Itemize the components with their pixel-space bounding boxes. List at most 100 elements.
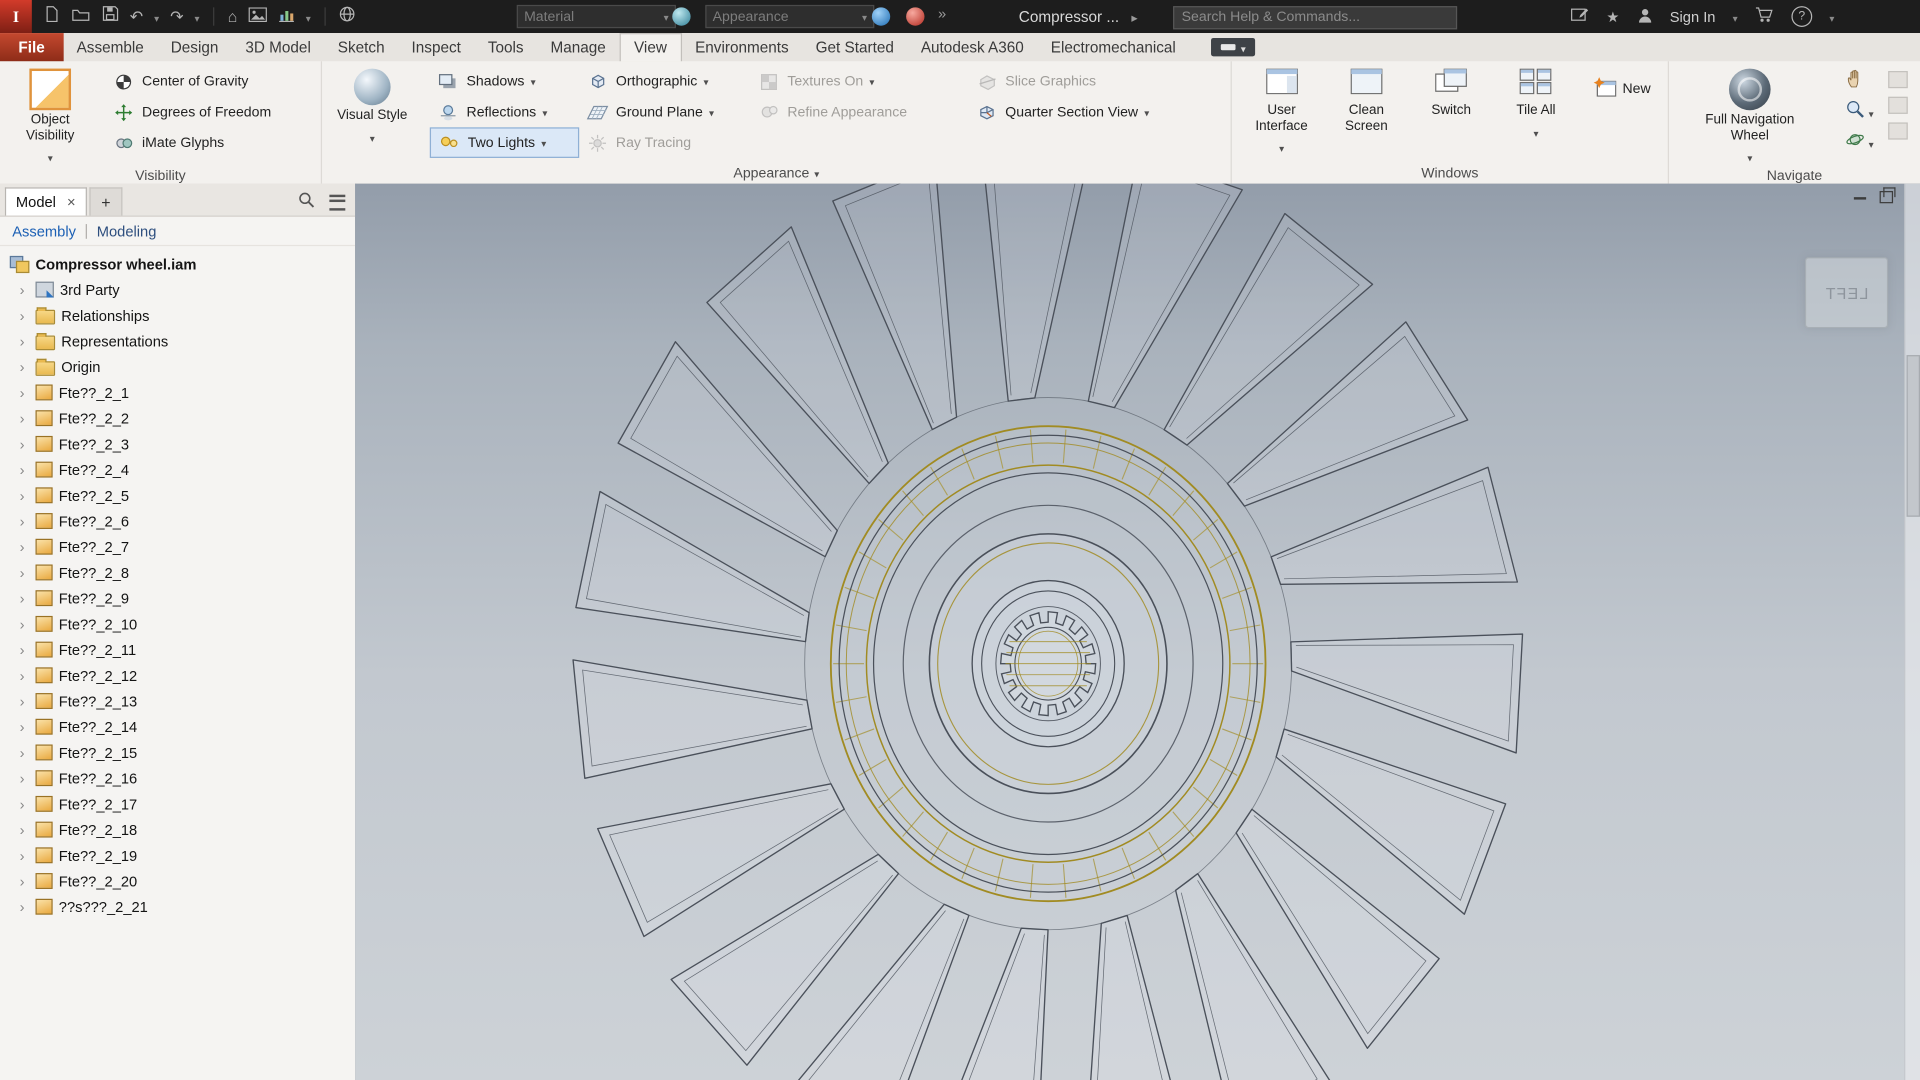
tree-item-part[interactable]: Fte??_2_11 [0,637,355,663]
degrees-of-freedom-button[interactable]: Degrees of Freedom [105,97,307,128]
browser-tab-model[interactable]: Model [4,187,87,216]
subtab-modeling[interactable]: Modeling [97,222,157,239]
ribbon-display-toggle[interactable] [1211,37,1256,57]
panel-label-navigate[interactable]: Navigate [1669,168,1920,184]
undo-dropdown-icon[interactable] [154,6,159,28]
tree-item-part[interactable]: Fte??_2_19 [0,842,355,868]
expand-chevron-icon[interactable] [20,308,30,323]
expand-chevron-icon[interactable] [20,591,30,606]
ribbon-tab[interactable]: Manage [537,33,619,61]
clipped-tool-icon[interactable] [1888,71,1908,89]
expand-chevron-icon[interactable] [20,668,30,683]
viewcube[interactable]: LEFT [1804,257,1889,329]
tree-item-part[interactable]: Fte??_2_16 [0,765,355,791]
expand-chevron-icon[interactable] [20,565,30,580]
center-of-gravity-button[interactable]: Center of Gravity [105,66,307,97]
tree-item-part[interactable]: Fte??_2_1 [0,380,355,406]
tree-item-part[interactable]: Fte??_2_6 [0,508,355,534]
ribbon-tab[interactable]: View [619,33,682,62]
browser-menu-icon[interactable] [329,194,346,211]
slice-graphics-button[interactable]: Slice Graphics [969,66,1214,97]
help-dropdown-icon[interactable] [1829,8,1834,25]
tree-item-representations[interactable]: Representations [0,328,355,354]
zoom-button[interactable] [1845,97,1873,128]
tree-item-part[interactable]: Fte??_2_10 [0,611,355,637]
new-file-icon[interactable] [44,4,60,28]
pan-button[interactable] [1845,66,1873,97]
add-browser-tab-button[interactable]: + [89,187,123,216]
ribbon-tab[interactable]: Assemble [63,33,157,61]
appearance-swatch-icon[interactable] [672,7,691,26]
tree-item-part[interactable]: Fte??_2_13 [0,688,355,714]
viewport-scrollbar-thumb[interactable] [1906,355,1920,517]
quarter-section-view-button[interactable]: Quarter Section View [969,97,1214,128]
refine-appearance-button[interactable]: Refine Appearance [751,97,957,128]
expand-chevron-icon[interactable] [20,719,30,734]
sign-in-dropdown-icon[interactable] [1733,8,1738,25]
tree-item-part[interactable]: Fte??_2_14 [0,714,355,740]
clipped-tool-icon[interactable] [1888,122,1908,140]
redo-icon[interactable]: ↷ [170,9,183,25]
title-expand-icon[interactable] [1131,8,1137,25]
measure-dropdown-icon[interactable] [306,6,311,28]
orthographic-button[interactable]: Orthographic [579,66,750,97]
help-icon[interactable] [1791,6,1813,27]
expand-chevron-icon[interactable] [20,899,30,914]
redo-dropdown-icon[interactable] [194,6,199,28]
viewport-3d[interactable]: LEFT [355,183,1920,1080]
help-search-input[interactable] [1173,5,1458,29]
ribbon-tab[interactable]: Sketch [324,33,398,61]
sign-in-button[interactable]: Sign In [1670,8,1716,25]
expand-chevron-icon[interactable] [20,642,30,657]
expand-chevron-icon[interactable] [20,797,30,812]
ribbon-tab[interactable]: Autodesk A360 [907,33,1037,61]
expand-chevron-icon[interactable] [20,874,30,889]
expand-chevron-icon[interactable] [20,848,30,863]
toolbar-overflow-icon[interactable] [938,5,946,22]
panel-label-visibility[interactable]: Visibility [0,168,321,184]
expand-chevron-icon[interactable] [20,437,30,452]
document-minimize-icon[interactable] [1853,197,1867,200]
appearance-dropdown[interactable]: Appearance [705,4,875,29]
expand-chevron-icon[interactable] [20,411,30,426]
visual-style-button[interactable]: Visual Style [332,66,413,163]
tree-item-part[interactable]: Fte??_2_18 [0,817,355,843]
imate-glyphs-button[interactable]: iMate Glyphs [105,127,307,158]
tree-item-3rd-party[interactable]: 3rd Party [0,277,355,303]
tree-item-origin[interactable]: Origin [0,354,355,380]
tree-item-root[interactable]: Compressor wheel.iam [0,251,355,277]
favorites-star-icon[interactable] [1606,8,1619,25]
ribbon-tab[interactable]: Tools [474,33,537,61]
object-visibility-button[interactable]: Object Visibility [10,66,91,168]
expand-chevron-icon[interactable] [20,334,30,349]
shadows-button[interactable]: Shadows [430,66,579,97]
new-window-button[interactable]: New [1586,73,1658,104]
switch-windows-button[interactable]: Switch [1416,66,1486,163]
tree-item-part[interactable]: Fte??_2_15 [0,740,355,766]
store-cart-icon[interactable] [1755,6,1775,27]
undo-icon[interactable]: ↶ [130,9,143,25]
ribbon-tab[interactable]: File [0,33,64,62]
adjust-appearance-icon[interactable] [871,7,891,26]
expand-chevron-icon[interactable] [20,385,30,400]
two-lights-button[interactable]: Two Lights [429,127,580,158]
inventor-logo-icon[interactable] [0,0,32,34]
expand-chevron-icon[interactable] [20,745,30,760]
tree-item-relationships[interactable]: Relationships [0,302,355,328]
ribbon-tab[interactable]: Electromechanical [1037,33,1189,61]
tree-item-part[interactable]: ??s???_2_21 [0,894,355,920]
home-view-icon[interactable]: ⌂ [228,9,238,25]
tree-item-part[interactable]: Fte??_2_4 [0,457,355,483]
tree-item-part[interactable]: Fte??_2_5 [0,482,355,508]
expand-chevron-icon[interactable] [20,694,30,709]
full-navigation-wheel-button[interactable]: Full Navigation Wheel [1698,66,1801,168]
expand-chevron-icon[interactable] [20,488,30,503]
expand-chevron-icon[interactable] [20,822,30,837]
expand-chevron-icon[interactable] [20,617,30,632]
tree-item-part[interactable]: Fte??_2_7 [0,534,355,560]
tree-item-part[interactable]: Fte??_2_12 [0,662,355,688]
ray-tracing-button[interactable]: Ray Tracing [579,127,750,158]
measure-chart-icon[interactable] [278,6,295,28]
save-icon[interactable] [102,5,119,28]
viewport-scrollbar[interactable] [1904,183,1920,1080]
